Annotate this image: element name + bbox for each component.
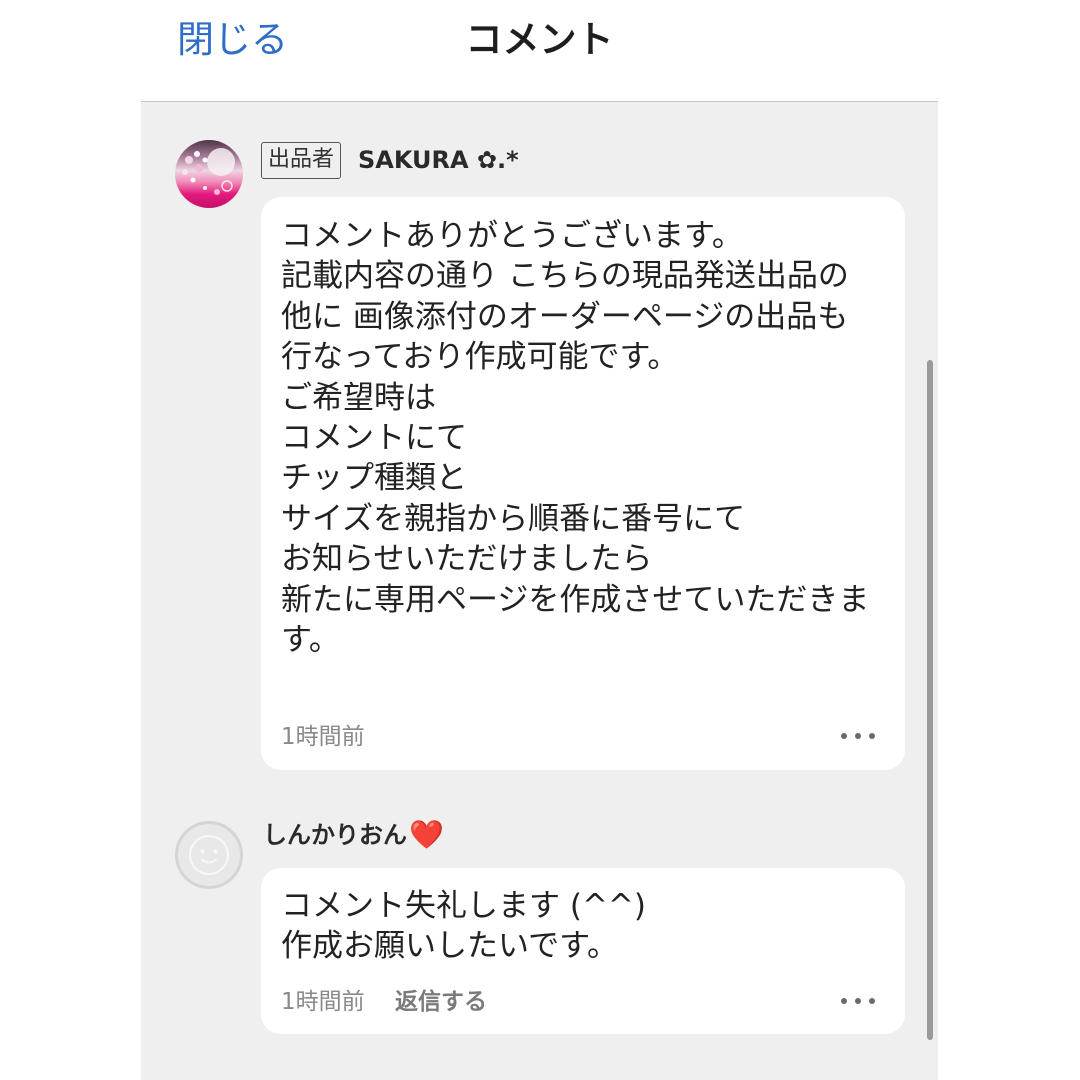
comment-body: コメントありがとうございます。 記載内容の通り こちらの現品発送出品の 他に 画…	[281, 216, 869, 660]
comment-bubble: コメントありがとうございます。 記載内容の通り こちらの現品発送出品の 他に 画…	[261, 197, 905, 770]
comment-line: コメントにて	[281, 419, 467, 456]
comment-line: チップ種類と	[281, 460, 467, 497]
comment-timestamp: 1時間前	[281, 989, 365, 1015]
header-bar: 閉じる コメント	[141, 0, 938, 102]
heart-emoji: ❤️	[409, 818, 444, 851]
author-name[interactable]: SAKURA ✿.*	[358, 145, 519, 175]
comment-line: コメントありがとうございます。	[281, 218, 743, 254]
author-name[interactable]: しんかりおん ❤️	[263, 820, 444, 850]
cherry-blossom-avatar-icon	[175, 140, 243, 208]
more-options-icon[interactable]	[841, 997, 875, 1005]
comment-line: 他に 画像添付のオーダーページの出品も	[281, 298, 849, 335]
comment-bubble: コメント失礼します (^^) 作成お願いしたいです。 1時間前 返信する	[261, 868, 905, 1034]
reply-button[interactable]: 返信する	[395, 987, 487, 1017]
page-title: コメント	[465, 18, 614, 61]
seller-badge: 出品者	[261, 142, 341, 179]
dot	[841, 733, 847, 739]
user-avatar[interactable]	[175, 821, 243, 889]
comment-line: サイズを親指から順番に番号にて	[281, 500, 746, 537]
comment-line: お知らせいただけましたら	[281, 541, 653, 578]
comment-line: す。	[281, 621, 340, 658]
vertical-scrollbar[interactable]	[927, 360, 933, 1040]
dot	[855, 733, 861, 739]
comment-line: 新たに専用ページを作成させていただきま	[281, 581, 870, 618]
dot	[869, 733, 875, 739]
comment-line: ご希望時は	[281, 379, 436, 416]
comment-body: コメント失礼します (^^) 作成お願いしたいです。	[281, 887, 646, 966]
default-user-avatar-icon	[175, 821, 243, 889]
comment-line: コメント失礼します (^^)	[281, 888, 646, 924]
comment-panel: 閉じる コメント 出品者 SAKURA ✿.* コメントありがとうございます。 …	[141, 0, 938, 1080]
comment-line: 作成お願いしたいです。	[281, 927, 618, 964]
comment-line: 行なっており作成可能です。	[281, 339, 679, 376]
dot	[841, 998, 847, 1004]
more-options-icon[interactable]	[841, 732, 875, 740]
seller-avatar[interactable]	[175, 140, 243, 208]
author-name-text: しんかりおん	[263, 821, 407, 849]
comment-timestamp: 1時間前	[281, 724, 365, 750]
dot	[855, 998, 861, 1004]
dot	[869, 998, 875, 1004]
comment-line: 記載内容の通り こちらの現品発送出品の	[281, 258, 849, 295]
